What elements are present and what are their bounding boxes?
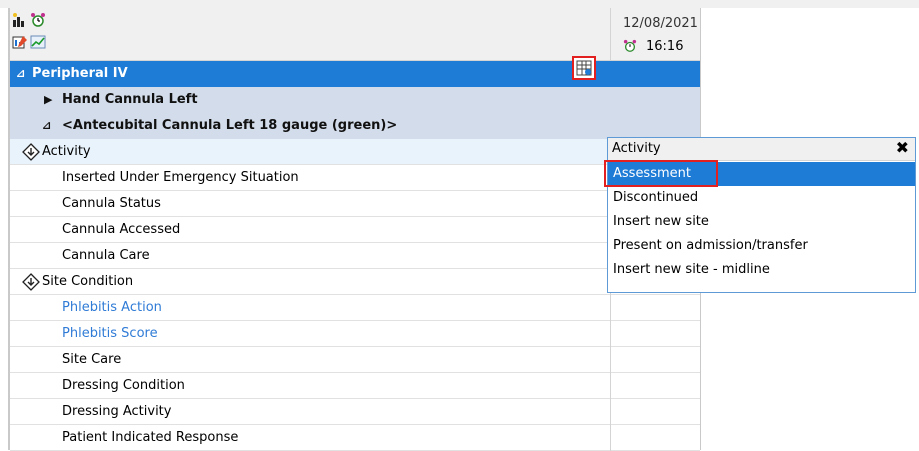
time-label: 16:16 — [646, 39, 684, 54]
collapse-triangle-icon[interactable]: ⊿ — [16, 61, 25, 87]
row-label: Cannula Care — [62, 248, 150, 263]
subgroup-antecubital-cannula[interactable]: ⊿ <Antecubital Cannula Left 18 gauge (gr… — [10, 113, 700, 139]
highlight-box — [604, 160, 718, 187]
row-label: Activity — [42, 144, 91, 159]
graph-icon[interactable] — [30, 34, 46, 50]
row-cannula-status[interactable]: Cannula Status — [10, 191, 700, 217]
row-patient-indicated-response[interactable]: Patient Indicated Response — [10, 425, 700, 451]
row-label: Site Care — [62, 352, 122, 367]
option-present-on-admission[interactable]: Present on admission/transfer — [608, 234, 915, 258]
value-cell[interactable] — [610, 425, 700, 451]
row-phlebitis-action[interactable]: Phlebitis Action — [10, 295, 700, 321]
row-cannula-accessed[interactable]: Cannula Accessed — [10, 217, 700, 243]
row-label: Inserted Under Emergency Situation — [62, 170, 299, 185]
row-inserted-under-emergency[interactable]: Inserted Under Emergency Situation — [10, 165, 700, 191]
row-phlebitis-score[interactable]: Phlebitis Score — [10, 321, 700, 347]
expand-diamond-icon — [22, 143, 40, 161]
row-label: Cannula Accessed — [62, 222, 181, 237]
flowsheet-grid: 12/08/2021 16:16 ⊿ Peripheral IV ▶ Hand … — [10, 8, 701, 451]
option-insert-new-site-midline[interactable]: Insert new site - midline — [608, 258, 915, 282]
dropdown-header: Activity ✖ — [608, 138, 915, 161]
row-label: Phlebitis Score — [62, 326, 158, 341]
value-cell[interactable] — [610, 295, 700, 321]
value-cell[interactable] — [610, 373, 700, 399]
close-icon[interactable]: ✖ — [896, 138, 909, 157]
collapse-triangle-icon[interactable]: ⊿ — [42, 113, 51, 139]
expand-triangle-icon[interactable]: ▶ — [44, 87, 52, 113]
date-column-header[interactable]: 12/08/2021 16:16 — [610, 8, 701, 60]
row-dressing-condition[interactable]: Dressing Condition — [10, 373, 700, 399]
date-label: 12/08/2021 — [623, 16, 698, 31]
value-cell[interactable] — [610, 321, 700, 347]
flowsheet-header: 12/08/2021 16:16 — [10, 8, 700, 61]
option-insert-new-site[interactable]: Insert new site — [608, 210, 915, 234]
subgroup-hand-cannula-left[interactable]: ▶ Hand Cannula Left — [10, 87, 700, 113]
value-cell[interactable] — [610, 399, 700, 425]
row-label: Dressing Activity — [62, 404, 172, 419]
row-activity[interactable]: Activity — [10, 139, 700, 165]
section-title: Peripheral IV — [32, 66, 128, 81]
grid-flowsheet-icon — [576, 60, 592, 76]
row-dressing-activity[interactable]: Dressing Activity — [10, 399, 700, 425]
top-strip — [0, 0, 919, 8]
subgroup-label: Hand Cannula Left — [62, 92, 198, 107]
value-cell[interactable] — [610, 347, 700, 373]
row-cannula-care[interactable]: Cannula Care — [10, 243, 700, 269]
row-label: Dressing Condition — [62, 378, 185, 393]
header-toolbar — [12, 10, 72, 58]
pencil-chart-icon[interactable] — [12, 34, 28, 50]
flowsheet-grid-button[interactable] — [572, 56, 596, 80]
section-peripheral-iv[interactable]: ⊿ Peripheral IV — [10, 61, 700, 87]
chart-icon[interactable] — [12, 12, 28, 28]
alarm-clock-icon[interactable] — [30, 12, 46, 28]
row-label: Cannula Status — [62, 196, 161, 211]
dropdown-title: Activity — [612, 141, 661, 156]
row-label: Phlebitis Action — [62, 300, 162, 315]
row-site-condition[interactable]: Site Condition — [10, 269, 700, 295]
subgroup-label: <Antecubital Cannula Left 18 gauge (gree… — [62, 118, 398, 133]
option-discontinued[interactable]: Discontinued — [608, 186, 915, 210]
row-label: Patient Indicated Response — [62, 430, 239, 445]
row-site-care[interactable]: Site Care — [10, 347, 700, 373]
expand-diamond-icon — [22, 273, 40, 291]
row-label: Site Condition — [42, 274, 134, 289]
alarm-clock-icon — [623, 39, 637, 52]
